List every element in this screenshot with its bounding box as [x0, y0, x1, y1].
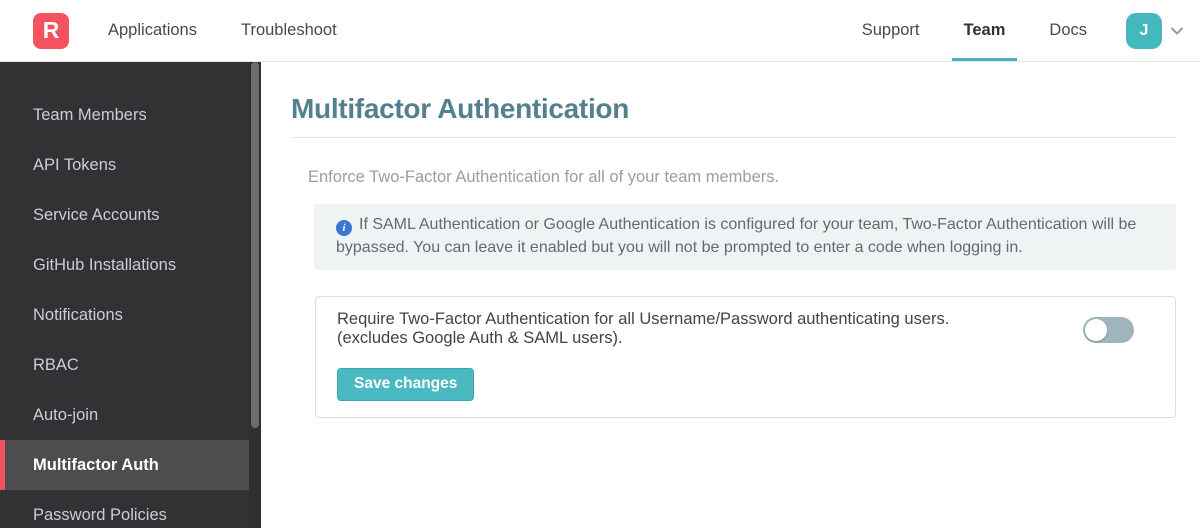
sidebar-item[interactable]: API Tokens: [0, 140, 261, 190]
sidebar-item[interactable]: Password Policies: [0, 490, 261, 528]
toggle-knob-icon: [1085, 319, 1107, 341]
page-title: Multifactor Authentication: [291, 93, 630, 124]
primary-nav: Applications Troubleshoot: [108, 0, 337, 61]
logo-letter: R: [42, 17, 60, 43]
sidebar-item[interactable]: Service Accounts: [0, 190, 261, 240]
nav-item[interactable]: Applications: [108, 0, 197, 61]
chevron-down-icon[interactable]: [1168, 22, 1186, 40]
section-description: Enforce Two-Factor Authentication for al…: [308, 168, 780, 186]
nav-item[interactable]: Support: [862, 0, 920, 61]
sidebar: Team Members API Tokens Service Accounts…: [0, 62, 261, 528]
mfa-requirement-text: Require Two-Factor Authentication for al…: [337, 310, 950, 328]
main-content: Multifactor Authentication Enforce Two-F…: [261, 62, 1200, 528]
nav-item[interactable]: Team: [951, 0, 1018, 61]
sidebar-scrollbar-track: [249, 62, 261, 528]
title-divider: [291, 137, 1176, 138]
sidebar-item[interactable]: Auto-join: [0, 390, 261, 440]
info-note: i If SAML Authentication or Google Authen…: [314, 204, 1176, 270]
sidebar-item[interactable]: Notifications: [0, 290, 261, 340]
avatar[interactable]: J: [1126, 12, 1162, 49]
mfa-toggle[interactable]: [1083, 317, 1134, 343]
avatar-initial: J: [1139, 21, 1149, 39]
rollbar-logo-icon[interactable]: R: [33, 12, 69, 49]
mfa-settings-card: Require Two-Factor Authentication for al…: [315, 296, 1176, 418]
sidebar-item[interactable]: RBAC: [0, 340, 261, 390]
app-layout: Team Members API Tokens Service Accounts…: [0, 62, 1200, 528]
top-navbar: R Applications Troubleshoot Support Team…: [0, 0, 1200, 62]
save-changes-button[interactable]: Save changes: [337, 368, 475, 401]
secondary-nav: Support Team Docs: [862, 0, 1087, 61]
mfa-requirement-subtext: (excludes Google Auth & SAML users).: [337, 329, 623, 347]
nav-item[interactable]: Troubleshoot: [241, 0, 337, 61]
info-icon: i: [336, 220, 352, 236]
sidebar-item[interactable]: Team Members: [0, 90, 261, 140]
sidebar-nav: Team Members API Tokens Service Accounts…: [0, 90, 261, 528]
sidebar-scrollbar-thumb[interactable]: [251, 62, 259, 428]
sidebar-item[interactable]: GitHub Installations: [0, 240, 261, 290]
sidebar-item[interactable]: Multifactor Auth: [0, 440, 249, 490]
info-note-text: If SAML Authentication or Google Authent…: [336, 216, 1137, 256]
nav-item[interactable]: Docs: [1049, 0, 1087, 61]
